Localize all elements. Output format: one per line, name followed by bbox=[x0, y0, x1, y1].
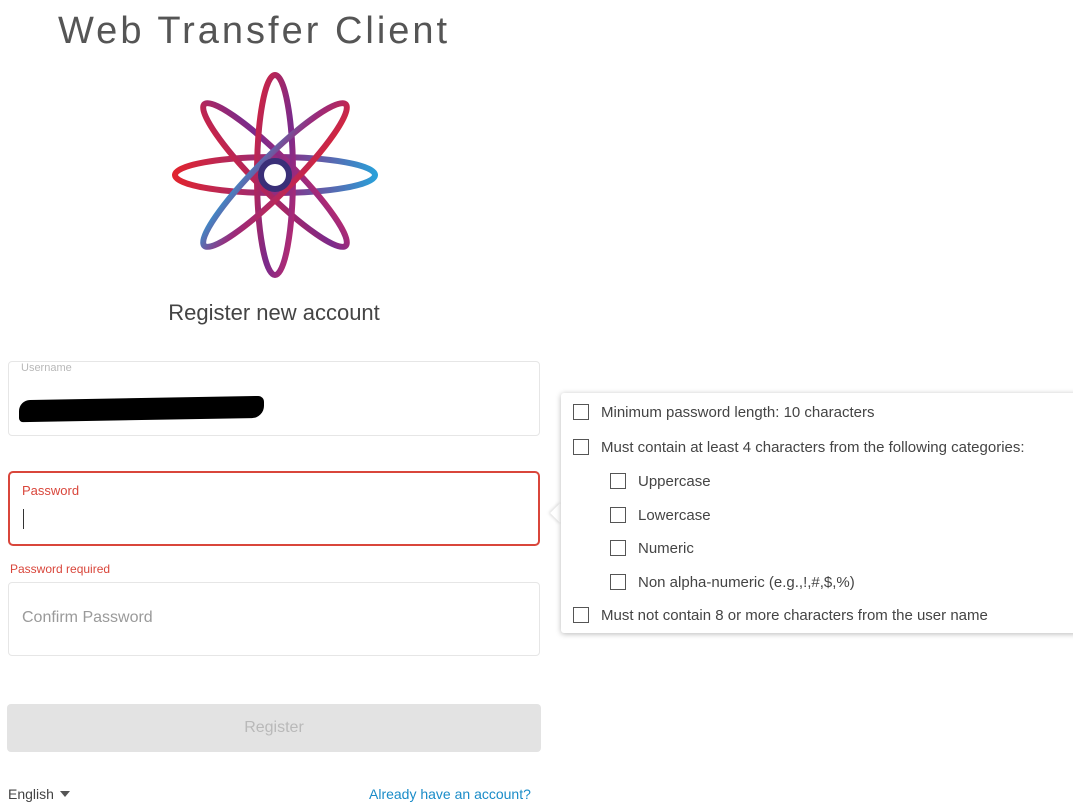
username-field[interactable]: Username bbox=[8, 361, 540, 436]
text-cursor bbox=[23, 509, 24, 529]
confirm-password-placeholder: Confirm Password bbox=[22, 609, 153, 626]
rule-uppercase: Uppercase bbox=[610, 473, 711, 490]
checkbox-icon bbox=[610, 574, 626, 590]
checkbox-icon bbox=[573, 404, 589, 420]
already-have-account-link[interactable]: Already have an account? bbox=[369, 786, 531, 802]
language-selector[interactable]: English bbox=[8, 786, 70, 802]
password-field[interactable]: Password bbox=[8, 471, 540, 546]
username-label: Username bbox=[21, 362, 72, 374]
password-rules-popup: Minimum password length: 10 characters M… bbox=[561, 393, 1073, 633]
rule-categories: Must contain at least 4 characters from … bbox=[573, 439, 1025, 456]
rule-numeric: Numeric bbox=[610, 540, 694, 557]
register-page: Web Transfer Client Register new account… bbox=[0, 0, 1073, 805]
chevron-down-icon bbox=[59, 791, 70, 797]
rule-lowercase: Lowercase bbox=[610, 507, 711, 524]
app-title: Web Transfer Client bbox=[58, 10, 451, 52]
rule-min-length: Minimum password length: 10 characters bbox=[573, 404, 874, 421]
password-label: Password bbox=[22, 483, 80, 498]
language-label: English bbox=[8, 786, 54, 802]
confirm-password-field[interactable]: Confirm Password bbox=[8, 582, 540, 656]
redacted-username-value bbox=[19, 395, 264, 423]
checkbox-icon bbox=[610, 507, 626, 523]
checkbox-icon bbox=[610, 540, 626, 556]
page-subtitle: Register new account bbox=[168, 300, 380, 325]
register-button[interactable]: Register bbox=[7, 704, 541, 752]
rule-non-alpha: Non alpha-numeric (e.g.,!,#,$,%) bbox=[610, 574, 855, 591]
logo-star-icon bbox=[172, 72, 378, 278]
checkbox-icon bbox=[610, 473, 626, 489]
password-error: Password required bbox=[10, 562, 111, 576]
checkbox-icon bbox=[573, 607, 589, 623]
rule-no-username: Must not contain 8 or more characters fr… bbox=[573, 607, 988, 624]
checkbox-icon bbox=[573, 439, 589, 455]
